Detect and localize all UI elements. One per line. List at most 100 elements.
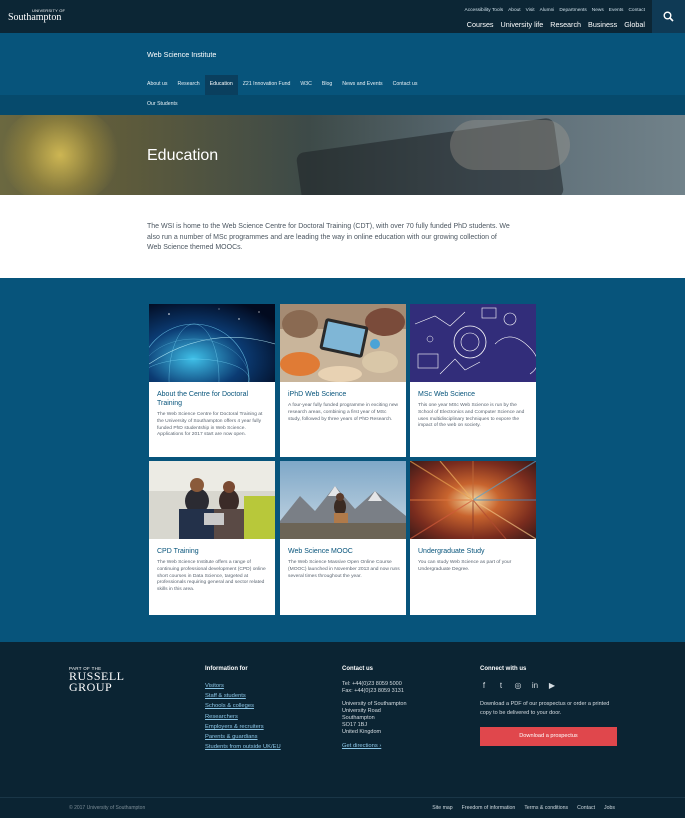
youtube-icon[interactable]: ▶ [548, 681, 556, 690]
card-description: The Web Science Institute offers a range… [157, 560, 266, 593]
institute-nav-blog[interactable]: Blog [317, 75, 337, 95]
get-directions-link[interactable]: Get directions › [342, 741, 407, 751]
footer-link-foi[interactable]: Freedom of information [462, 805, 516, 811]
card-description: The Web Science Centre for Doctoral Trai… [157, 412, 263, 438]
card-cdt[interactable]: About the Centre for Doctoral Training T… [149, 304, 275, 457]
top-bar: UNIVERSITY OF Southampton Accessibility … [0, 0, 685, 33]
twitter-icon[interactable]: t [497, 681, 505, 690]
main-nav-global[interactable]: Global [624, 20, 645, 29]
utility-link-about[interactable]: About [508, 8, 521, 13]
download-prospectus-button[interactable]: Download a prospectus [480, 727, 617, 746]
group-text: GROUP [69, 680, 113, 694]
utility-nav: Accessibility Tools About Visit Alumni D… [465, 8, 645, 13]
university-logo[interactable]: UNIVERSITY OF Southampton [8, 8, 68, 24]
utility-link-accessibility[interactable]: Accessibility Tools [465, 8, 504, 13]
card-title[interactable]: Web Science MOOC [288, 547, 400, 556]
institute-header: Web Science Institute About us Research … [0, 33, 685, 95]
connect-heading: Connect with us [480, 666, 527, 672]
cards-section: About the Centre for Doctoral Training T… [0, 278, 685, 642]
instagram-icon[interactable]: ◎ [514, 681, 522, 690]
card-description: You can study Web Science as part of you… [418, 560, 512, 572]
contact-tel[interactable]: Tel: +44(0)23 8059 5000 [342, 681, 407, 688]
utility-link-contact[interactable]: Contact [628, 8, 645, 13]
social-links: f t ◎ in ▶ [480, 681, 620, 690]
footer-contact-column: Contact us Tel: +44(0)23 8059 5000 Fax: … [342, 666, 407, 751]
logo-text: Southampton [8, 12, 62, 23]
card-cpd[interactable]: CPD Training The Web Science Institute o… [149, 461, 275, 615]
institute-nav-contact[interactable]: Contact us [388, 75, 423, 95]
utility-link-visit[interactable]: Visit [526, 8, 535, 13]
institute-title[interactable]: Web Science Institute [147, 50, 216, 59]
institute-nav-w3c[interactable]: W3C [295, 75, 317, 95]
main-nav-research[interactable]: Research [550, 20, 581, 29]
contact-heading: Contact us [342, 666, 374, 672]
card-image-tablet-hands [280, 304, 406, 382]
footer-link-visitors[interactable]: Visitors [205, 681, 281, 691]
utility-link-departments[interactable]: Departments [559, 8, 586, 13]
address-line: University of Southampton [342, 701, 407, 707]
sub-nav-our-students[interactable]: Our Students [147, 101, 178, 107]
institute-nav-z21[interactable]: Z21 Innovation Fund [238, 75, 296, 95]
footer-link-site-map[interactable]: Site map [432, 805, 452, 811]
card-undergraduate[interactable]: Undergraduate Study You can study Web Sc… [410, 461, 536, 615]
footer-link-schools[interactable]: Schools & colleges [205, 701, 281, 711]
footer-link-parents[interactable]: Parents & guardians [205, 732, 281, 742]
hero-banner: Education [0, 115, 685, 195]
card-iphd[interactable]: iPhD Web Science A four-year fully funde… [280, 304, 406, 457]
card-image-burst [410, 461, 536, 539]
card-image-mountains [280, 461, 406, 539]
footer-bottom-bar: © 2017 University of Southampton Site ma… [0, 797, 685, 818]
footer-link-employers[interactable]: Employers & recruiters [205, 722, 281, 732]
hero-light [0, 115, 120, 195]
search-icon [663, 11, 674, 22]
card-image-globe [149, 304, 275, 382]
card-msc[interactable]: MSc Web Science This one year MSc Web Sc… [410, 304, 536, 457]
linkedin-icon[interactable]: in [531, 681, 539, 690]
footer-link-staff-students[interactable]: Staff & students [205, 691, 281, 701]
institute-nav-research[interactable]: Research [172, 75, 204, 95]
info-heading: Information for [205, 666, 248, 672]
hero-hand [450, 120, 570, 170]
institute-nav-about[interactable]: About us [142, 75, 172, 95]
main-nav-courses[interactable]: Courses [467, 20, 494, 29]
main-nav-business[interactable]: Business [588, 20, 617, 29]
institute-nav-news-events[interactable]: News and Events [337, 75, 387, 95]
main-nav-university-life[interactable]: University life [501, 20, 544, 29]
address-line: Southampton [342, 715, 375, 721]
facebook-icon[interactable]: f [480, 681, 488, 690]
card-title[interactable]: Undergraduate Study [418, 547, 530, 556]
russell-group-logo[interactable]: PART OF THE RUSSELL GROUP [69, 666, 125, 693]
utility-link-alumni[interactable]: Alumni [540, 8, 555, 13]
search-button[interactable] [652, 0, 685, 33]
intro-text: The WSI is home to the Web Science Centr… [147, 223, 510, 251]
footer-info-column: Information for Visitors Staff & student… [205, 666, 281, 752]
main-nav: Courses University life Research Busines… [467, 20, 645, 29]
card-description: This one year MSc Web Science is run by … [418, 403, 525, 429]
card-title[interactable]: About the Centre for Doctoral Training [157, 390, 269, 408]
footer-link-jobs[interactable]: Jobs [604, 805, 615, 811]
utility-link-news[interactable]: News [592, 8, 604, 13]
footer-link-researchers[interactable]: Researchers [205, 712, 281, 722]
footer-link-outside-uk[interactable]: Students from outside UK/EU [205, 742, 281, 752]
copyright: © 2017 University of Southampton [69, 805, 146, 811]
footer: PART OF THE RUSSELL GROUP Information fo… [0, 642, 685, 818]
card-title[interactable]: MSc Web Science [418, 390, 530, 399]
footer-bottom-links: Site map Freedom of information Terms & … [432, 805, 615, 811]
footer-link-contact[interactable]: Contact [577, 805, 595, 811]
address-line: SO17 1BJ [342, 722, 368, 728]
card-title[interactable]: CPD Training [157, 547, 269, 556]
institute-nav-education[interactable]: Education [204, 75, 238, 95]
intro-section: The WSI is home to the Web Science Centr… [0, 195, 685, 278]
card-description: The Web Science Massive Open Online Cour… [288, 560, 400, 579]
prospectus-text: Download a PDF of our prospectus or orde… [480, 701, 610, 716]
sub-nav-bar: Our Students [0, 95, 685, 115]
card-description: A four-year fully funded programme in ex… [288, 403, 399, 422]
card-image-students [149, 461, 275, 539]
card-mooc[interactable]: Web Science MOOC The Web Science Massive… [280, 461, 406, 615]
institute-nav: About us Research Education Z21 Innovati… [142, 75, 422, 95]
address-line: University Road [342, 708, 381, 714]
footer-link-terms[interactable]: Terms & conditions [524, 805, 568, 811]
utility-link-events[interactable]: Events [609, 8, 624, 13]
card-title[interactable]: iPhD Web Science [288, 390, 400, 399]
footer-connect-column: Connect with us f t ◎ in ▶ Download a PD… [480, 666, 620, 746]
